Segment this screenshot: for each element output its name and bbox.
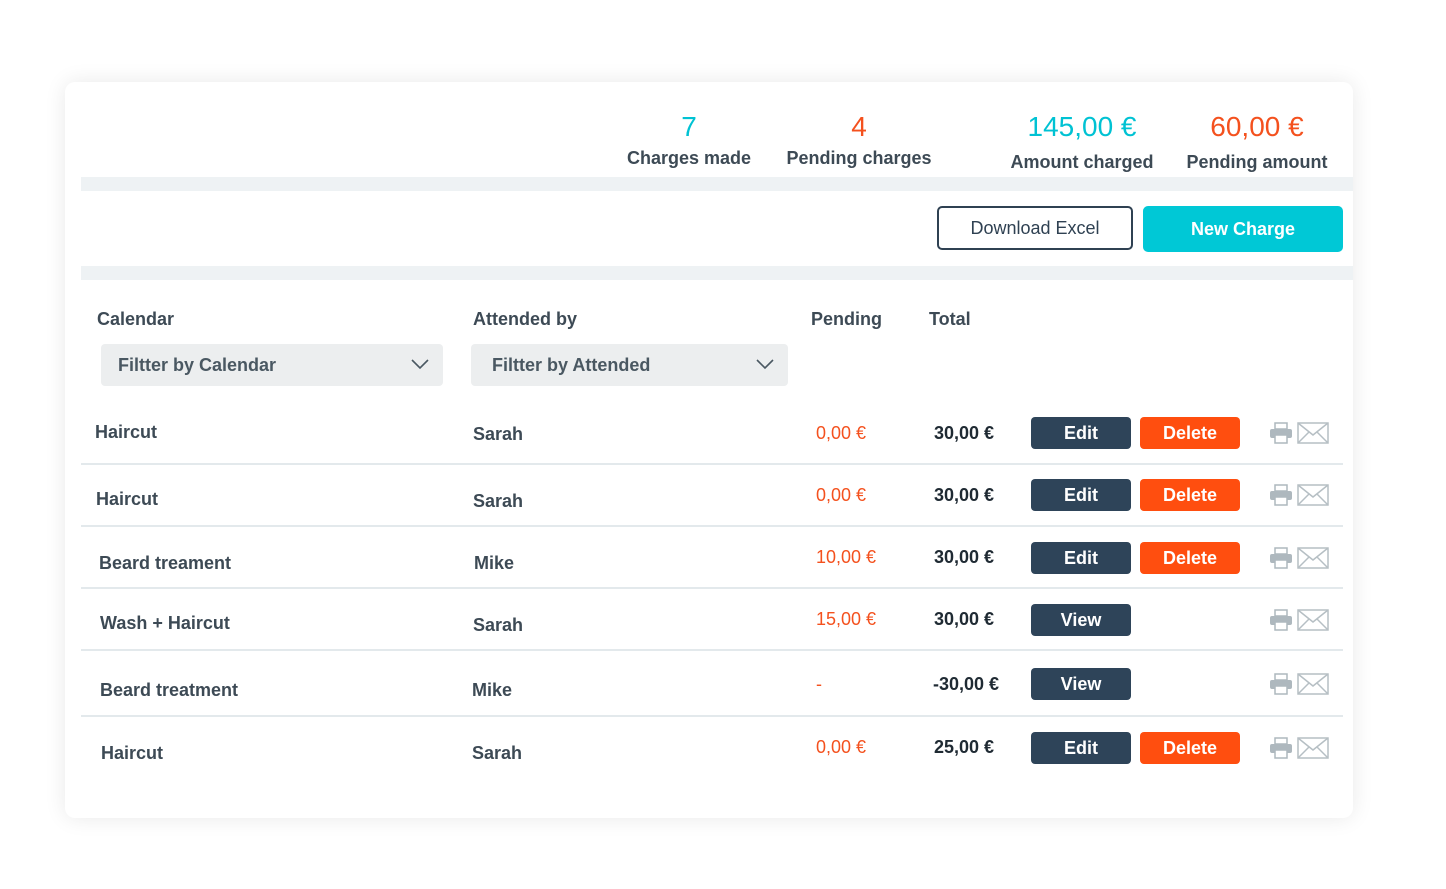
row-pending: 10,00 € xyxy=(816,547,877,567)
view-button[interactable]: View xyxy=(1031,668,1131,700)
table-row: Beard treament Mike 10,00 € 30,00 € Edit… xyxy=(81,527,1343,589)
column-header-calendar: Calendar xyxy=(97,309,175,329)
stat-pending-amount: 60,00 € Pending amount xyxy=(1179,110,1335,173)
edit-button[interactable]: Edit xyxy=(1031,542,1131,574)
pending-charges-value: 4 xyxy=(851,111,867,142)
table-row: Haircut Sarah 0,00 € 30,00 € Edit Delete xyxy=(81,403,1343,465)
row-total: 30,00 € xyxy=(934,609,995,629)
stat-charges-made: 7 Charges made xyxy=(623,110,755,169)
row-pending: 0,00 € xyxy=(816,423,867,443)
amount-charged-value: 145,00 € xyxy=(1027,111,1137,142)
row-total: 25,00 € xyxy=(934,737,995,757)
row-service: Wash + Haircut xyxy=(100,613,230,633)
charges-panel: 7 Charges made 4 Pending charges 145,00 … xyxy=(65,82,1353,818)
printer-icon[interactable] xyxy=(1269,609,1293,631)
edit-button[interactable]: Edit xyxy=(1031,479,1131,511)
stat-amount-charged: 145,00 € Amount charged xyxy=(1005,110,1159,173)
new-charge-button[interactable]: New Charge xyxy=(1143,206,1343,252)
attended-filter-select[interactable]: Filtter by Attended xyxy=(471,344,788,386)
section-divider xyxy=(81,177,1353,191)
printer-icon[interactable] xyxy=(1269,737,1293,759)
row-total: -30,00 € xyxy=(933,674,1000,694)
edit-button[interactable]: Edit xyxy=(1031,417,1131,449)
row-total: 30,00 € xyxy=(934,547,995,567)
column-header-total: Total xyxy=(929,309,971,329)
amount-charged-label: Amount charged xyxy=(1010,152,1154,172)
envelope-icon[interactable] xyxy=(1297,673,1329,695)
envelope-icon[interactable] xyxy=(1297,422,1329,444)
table-row: Beard treatment Mike - -30,00 € View xyxy=(81,651,1343,717)
delete-button[interactable]: Delete xyxy=(1140,732,1240,764)
pending-amount-value: 60,00 € xyxy=(1210,111,1304,142)
table-row: Haircut Sarah 0,00 € 25,00 € Edit Delete xyxy=(81,717,1343,779)
row-pending: 15,00 € xyxy=(816,609,877,629)
section-divider xyxy=(81,266,1353,280)
attended-filter-value: Filtter by Attended xyxy=(492,354,651,375)
chevron-down-icon xyxy=(756,359,774,370)
row-pending: 0,00 € xyxy=(816,737,867,757)
table-row: Wash + Haircut Sarah 15,00 € 30,00 € Vie… xyxy=(81,589,1343,651)
column-header-attended: Attended by xyxy=(473,309,578,329)
delete-button[interactable]: Delete xyxy=(1140,479,1240,511)
row-attended: Sarah xyxy=(472,743,523,763)
view-button[interactable]: View xyxy=(1031,604,1131,636)
edit-button[interactable]: Edit xyxy=(1031,732,1131,764)
row-pending: 0,00 € xyxy=(816,485,867,505)
pending-charges-label: Pending charges xyxy=(786,148,932,168)
printer-icon[interactable] xyxy=(1269,484,1293,506)
charges-made-value: 7 xyxy=(681,111,697,142)
row-service: Haircut xyxy=(95,422,158,442)
table-row: Haircut Sarah 0,00 € 30,00 € Edit Delete xyxy=(81,465,1343,527)
row-service: Haircut xyxy=(101,743,164,763)
calendar-filter-value: Filtter by Calendar xyxy=(118,354,277,375)
column-header-pending: Pending xyxy=(811,309,882,329)
row-attended: Mike xyxy=(474,553,515,573)
delete-button[interactable]: Delete xyxy=(1140,542,1240,574)
chevron-down-icon xyxy=(411,359,429,370)
row-service: Beard treatment xyxy=(100,680,239,700)
delete-button[interactable]: Delete xyxy=(1140,417,1240,449)
row-pending: - xyxy=(816,674,822,694)
envelope-icon[interactable] xyxy=(1297,484,1329,506)
row-attended: Sarah xyxy=(473,491,524,511)
row-attended: Mike xyxy=(472,680,513,700)
printer-icon[interactable] xyxy=(1269,673,1293,695)
row-total: 30,00 € xyxy=(934,485,995,505)
printer-icon[interactable] xyxy=(1269,547,1293,569)
download-excel-button[interactable]: Download Excel xyxy=(937,206,1133,250)
calendar-filter-select[interactable]: Filtter by Calendar xyxy=(101,344,443,386)
charges-made-label: Charges made xyxy=(626,148,752,168)
envelope-icon[interactable] xyxy=(1297,547,1329,569)
row-service: Haircut xyxy=(96,489,159,509)
stat-pending-charges: 4 Pending charges xyxy=(781,110,937,169)
printer-icon[interactable] xyxy=(1269,422,1293,444)
envelope-icon[interactable] xyxy=(1297,609,1329,631)
row-total: 30,00 € xyxy=(934,423,995,443)
row-attended: Sarah xyxy=(473,424,524,444)
pending-amount-label: Pending amount xyxy=(1186,152,1328,172)
row-attended: Sarah xyxy=(473,615,524,635)
envelope-icon[interactable] xyxy=(1297,737,1329,759)
row-service: Beard treament xyxy=(99,553,232,573)
